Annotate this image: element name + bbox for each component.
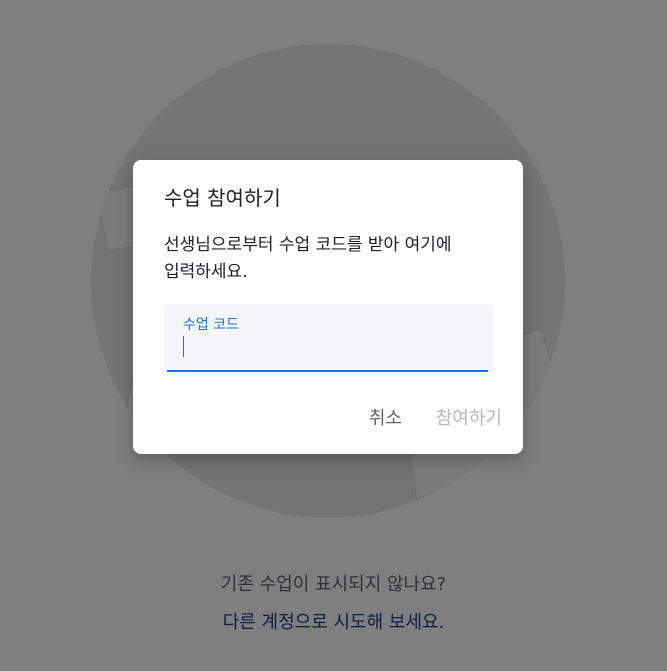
dialog-title: 수업 참여하기 <box>164 186 281 210</box>
class-code-field[interactable]: 수업 코드 <box>164 304 493 372</box>
class-code-input[interactable] <box>186 334 476 360</box>
dialog-description: 선생님으로부터 수업 코드를 받아 여기에 입력하세요. <box>164 232 494 286</box>
class-code-label: 수업 코드 <box>183 317 239 333</box>
join-button[interactable]: 참여하기 <box>436 404 502 434</box>
dialog-description-line: 선생님으로부터 수업 코드를 받아 여기에 <box>164 235 452 255</box>
cancel-button[interactable]: 취소 <box>369 404 402 434</box>
text-caret <box>183 336 184 357</box>
field-focus-underline <box>167 370 488 372</box>
join-class-dialog: 수업 참여하기 선생님으로부터 수업 코드를 받아 여기에 입력하세요. 수업 … <box>133 160 523 454</box>
dialog-description-line: 입력하세요. <box>164 262 248 282</box>
